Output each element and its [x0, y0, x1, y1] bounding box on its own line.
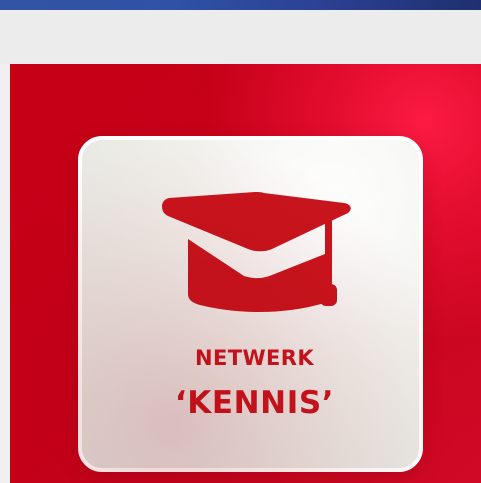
knowledge-tile-wrapper: NETWERK ‘KENNIS’ — [78, 136, 423, 472]
tile-title-line-2: ‘KENNIS’ — [174, 385, 335, 421]
page: NETWERK ‘KENNIS’ — [0, 0, 481, 483]
red-hero-panel: NETWERK ‘KENNIS’ — [10, 64, 481, 483]
tile-title-line-1: NETWERK — [195, 346, 314, 370]
graduation-cap-icon — [162, 192, 351, 312]
left-margin-strip — [0, 64, 10, 483]
knowledge-tile[interactable]: NETWERK ‘KENNIS’ — [78, 136, 423, 472]
top-header-bar — [0, 0, 481, 10]
top-spacer-band — [0, 10, 481, 64]
